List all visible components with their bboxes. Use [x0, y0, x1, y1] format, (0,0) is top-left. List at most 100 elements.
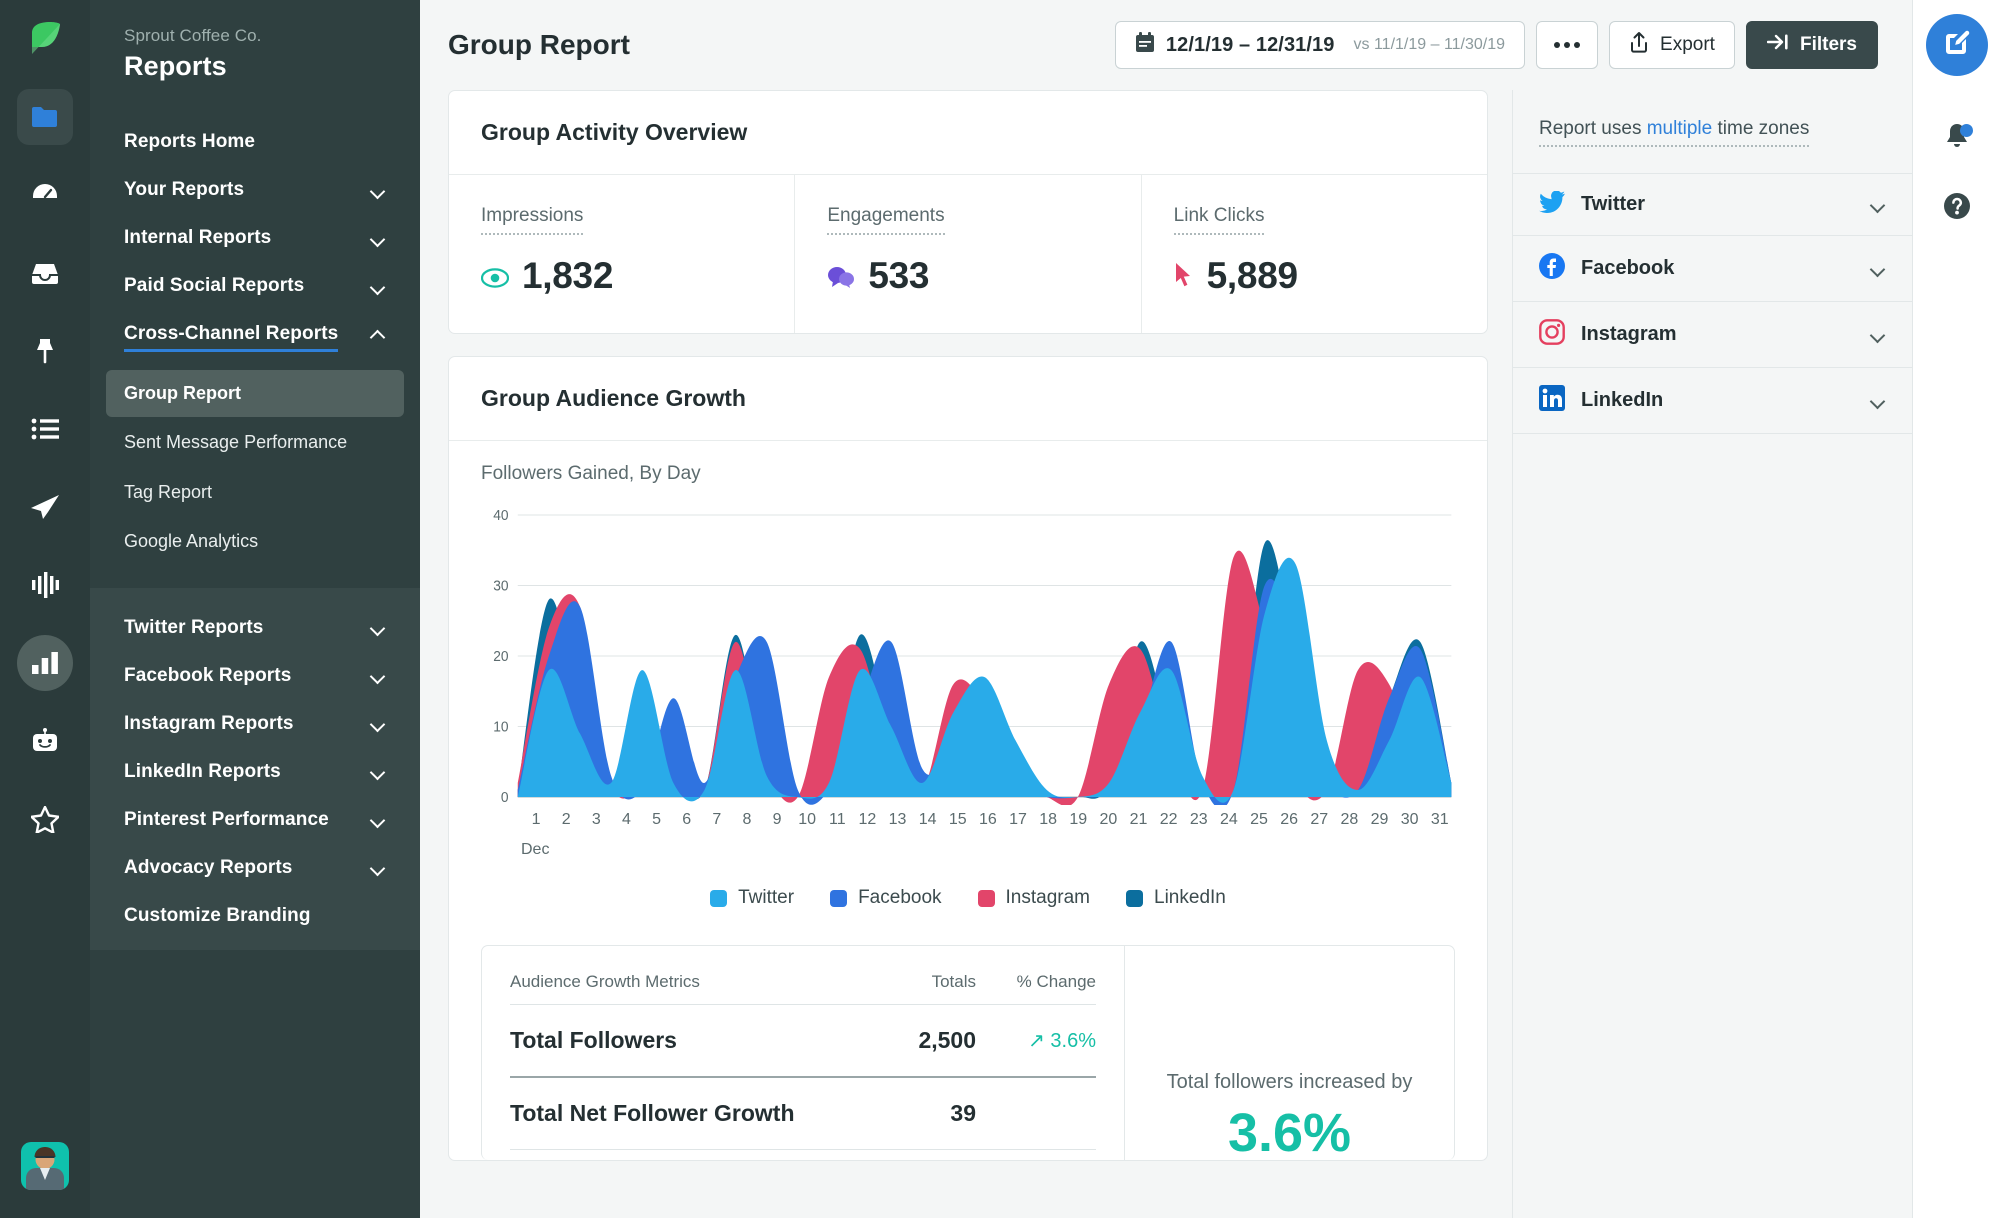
timezone-note: Report uses multiple time zones	[1513, 90, 1912, 173]
chevron-down-icon	[371, 815, 386, 824]
followers-chart-wrap: Followers Gained, By Day 0 10 20 30 40 12345…	[449, 441, 1487, 945]
sidebar-item-facebook-reports[interactable]: Facebook Reports	[90, 652, 420, 700]
instagram-camera-icon	[1539, 319, 1565, 350]
chart-x-tick-label: 13	[888, 811, 907, 828]
list-icon	[31, 418, 59, 440]
more-options-button[interactable]	[1536, 21, 1599, 69]
sidebar-item-group-report[interactable]: Group Report	[106, 370, 404, 418]
link-clicks-cursor-icon	[1174, 255, 1194, 297]
rail-item-bot[interactable]	[17, 713, 73, 769]
sidebar-item-pinterest-performance[interactable]: Pinterest Performance	[90, 796, 420, 844]
chart-y-tick-label: 20	[493, 649, 508, 666]
network-row-twitter[interactable]: Twitter	[1513, 173, 1912, 235]
avatar[interactable]	[21, 1142, 69, 1190]
legend-item-twitter[interactable]: Twitter	[710, 887, 794, 909]
metric-label: Link Clicks	[1173, 205, 1265, 235]
notification-badge-dot	[1959, 124, 1973, 137]
sidebar-item-linkedin-reports[interactable]: LinkedIn Reports	[90, 748, 420, 796]
legend-label: Facebook	[858, 887, 942, 908]
sidebar-item-sent-message-performance[interactable]: Sent Message Performance	[106, 419, 404, 466]
chart-y-tick-label: 40	[493, 508, 508, 525]
rail-item-list[interactable]	[17, 401, 73, 457]
sidebar-item-label: Instagram Reports	[124, 712, 294, 734]
rail-item-star[interactable]	[17, 791, 73, 847]
chevron-down-icon[interactable]	[1871, 396, 1886, 405]
legend-item-instagram[interactable]: Instagram	[977, 887, 1091, 909]
sidebar-item-cross-channel-reports[interactable]: Cross-Channel Reports	[90, 310, 420, 358]
rail-item-reports[interactable]	[17, 635, 73, 691]
sidebar-item-paid-social-reports[interactable]: Paid Social Reports	[90, 262, 420, 310]
legend-item-linkedin[interactable]: LinkedIn	[1126, 887, 1226, 909]
top-actions: 12/1/19 – 12/31/19 vs 11/1/19 – 11/30/19…	[1114, 21, 1878, 69]
compose-button[interactable]	[1925, 14, 1988, 76]
sidebar-item-advocacy-reports[interactable]: Advocacy Reports	[90, 844, 420, 892]
sidebar-item-instagram-reports[interactable]: Instagram Reports	[90, 700, 420, 748]
network-row-linkedin[interactable]: LinkedIn	[1513, 367, 1912, 434]
network-row-facebook[interactable]: Facebook	[1513, 235, 1912, 301]
rail-item-publishing[interactable]	[17, 479, 73, 535]
chart-x-tick-label: 7	[712, 811, 722, 828]
rail-item-pin[interactable]	[17, 323, 73, 379]
help-button[interactable]	[1929, 180, 1985, 236]
chevron-down-icon[interactable]	[1871, 330, 1886, 339]
chart-x-tick-label: 25	[1250, 811, 1268, 828]
filters-button[interactable]: Filters	[1745, 21, 1878, 69]
legend-label: Instagram	[1005, 887, 1091, 908]
chart-x-tick-label: 6	[682, 811, 692, 828]
growth-summary-percent: 3.6%	[1227, 1103, 1352, 1163]
chevron-down-icon	[371, 234, 386, 243]
timezone-suffix: time zones	[1712, 118, 1810, 139]
sidebar-item-internal-reports[interactable]: Internal Reports	[90, 214, 420, 262]
chevron-down-icon[interactable]	[1871, 200, 1886, 209]
chevron-down-icon	[371, 863, 386, 872]
org-name: Sprout Coffee Co.	[124, 26, 262, 45]
group-activity-overview-card: Group Activity Overview Impressions 1,83…	[448, 90, 1488, 334]
rail-item-folder[interactable]	[17, 89, 73, 145]
ellipsis-icon	[1554, 42, 1581, 48]
sidebar-item-label: Advocacy Reports	[124, 856, 293, 878]
sidebar-item-twitter-reports[interactable]: Twitter Reports	[90, 604, 420, 652]
sidebar-item-your-reports[interactable]: Your Reports	[90, 166, 420, 214]
sidebar-item-customize-branding[interactable]: Customize Branding	[90, 892, 420, 940]
timezone-text: Report uses multiple time zones	[1539, 118, 1810, 147]
chart-x-tick-label: 9	[772, 811, 782, 828]
rail-item-dashboard[interactable]	[17, 167, 73, 223]
sidebar-item-tag-report[interactable]: Tag Report	[106, 469, 404, 516]
export-button[interactable]: Export	[1609, 21, 1735, 69]
sidebar-item-google-analytics[interactable]: Google Analytics	[106, 518, 404, 565]
overview-title: Group Activity Overview	[449, 91, 1487, 175]
engagements-bubble-icon	[827, 255, 855, 297]
star-icon	[31, 805, 59, 833]
notifications-button[interactable]	[1929, 112, 1985, 168]
export-label: Export	[1660, 34, 1715, 55]
rail-item-listening[interactable]	[17, 557, 73, 613]
chevron-down-icon[interactable]	[1871, 264, 1886, 273]
growth-title: Group Audience Growth	[449, 357, 1487, 441]
row-metric-name: Total Followers	[510, 1027, 677, 1053]
group-audience-growth-card: Group Audience Growth Followers Gained, …	[448, 356, 1488, 1161]
filters-label: Filters	[1799, 34, 1857, 55]
row-change: ↗ 3.6%	[976, 1028, 1096, 1053]
chart-legend: Twitter Facebook Instagram LinkedIn	[481, 859, 1455, 935]
chart-x-tick-label: 8	[742, 811, 752, 828]
sidebar-item-label: Customize Branding	[124, 904, 311, 926]
chevron-down-icon	[371, 623, 386, 632]
sidebar-item-label: Paid Social Reports	[124, 275, 305, 296]
folder-icon	[31, 105, 59, 129]
content-area: Group Activity Overview Impressions 1,83…	[420, 90, 1912, 1218]
reports-sidebar: Sprout Coffee Co. Reports Reports Home Y…	[90, 0, 420, 1218]
chart-x-tick-label: 24	[1220, 811, 1238, 828]
chart-x-tick-label: 26	[1280, 811, 1299, 828]
rail-item-inbox[interactable]	[17, 245, 73, 301]
followers-area-chart[interactable]: 0 10 20 30 40	[481, 505, 1455, 805]
date-range-picker[interactable]: 12/1/19 – 12/31/19 vs 11/1/19 – 11/30/19	[1114, 21, 1526, 69]
network-row-instagram[interactable]: Instagram	[1513, 301, 1912, 367]
sidebar-item-reports-home[interactable]: Reports Home	[90, 118, 420, 166]
metric-impressions: Impressions 1,832	[449, 175, 796, 333]
sidebar-item-label: Reports Home	[124, 131, 256, 152]
sidebar-item-label: Twitter Reports	[124, 616, 264, 638]
growth-summary-note: Total followers increased by	[1166, 1071, 1413, 1093]
legend-item-facebook[interactable]: Facebook	[830, 887, 942, 909]
timezone-link[interactable]: multiple	[1647, 118, 1712, 139]
sprout-leaf-logo[interactable]	[0, 0, 90, 78]
